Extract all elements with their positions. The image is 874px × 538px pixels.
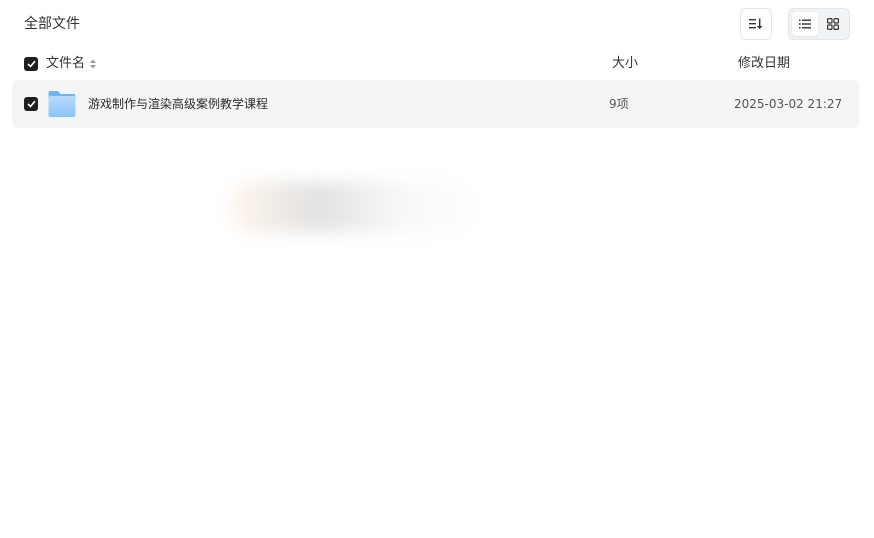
column-header-modified[interactable]: 修改日期 [738, 55, 790, 73]
column-header-size[interactable]: 大小 [612, 55, 638, 73]
file-size: 9项 [609, 97, 629, 111]
breadcrumb-all-files[interactable]: 全部文件 [24, 14, 80, 34]
sort-button[interactable] [740, 8, 772, 40]
column-header-name[interactable]: 文件名 [46, 55, 85, 73]
checkmark-icon [26, 100, 36, 108]
blurred-overlay [230, 182, 480, 232]
sort-toggle-icon[interactable] [89, 58, 97, 70]
grid-view-icon [827, 18, 839, 30]
select-all-checkbox[interactable] [24, 57, 38, 71]
list-view-icon [799, 19, 811, 29]
checkmark-icon [26, 60, 36, 68]
table-header: 文件名 大小 修改日期 [0, 52, 874, 76]
file-browser: 全部文件 文件名 大小 修改日期 游戏制作与渲染高级案例教学课程 9项 2025… [0, 0, 874, 538]
sort-descending-icon [749, 18, 763, 30]
list-view-button[interactable] [792, 12, 818, 36]
row-checkbox[interactable] [24, 97, 38, 111]
table-row[interactable]: 游戏制作与渲染高级案例教学课程 9项 2025-03-02 21:27 [12, 80, 859, 128]
file-name[interactable]: 游戏制作与渲染高级案例教学课程 [88, 95, 268, 113]
view-mode-toggle [788, 8, 850, 40]
grid-view-button[interactable] [820, 12, 846, 36]
folder-icon [48, 91, 76, 117]
file-modified-date: 2025-03-02 21:27 [734, 97, 843, 111]
